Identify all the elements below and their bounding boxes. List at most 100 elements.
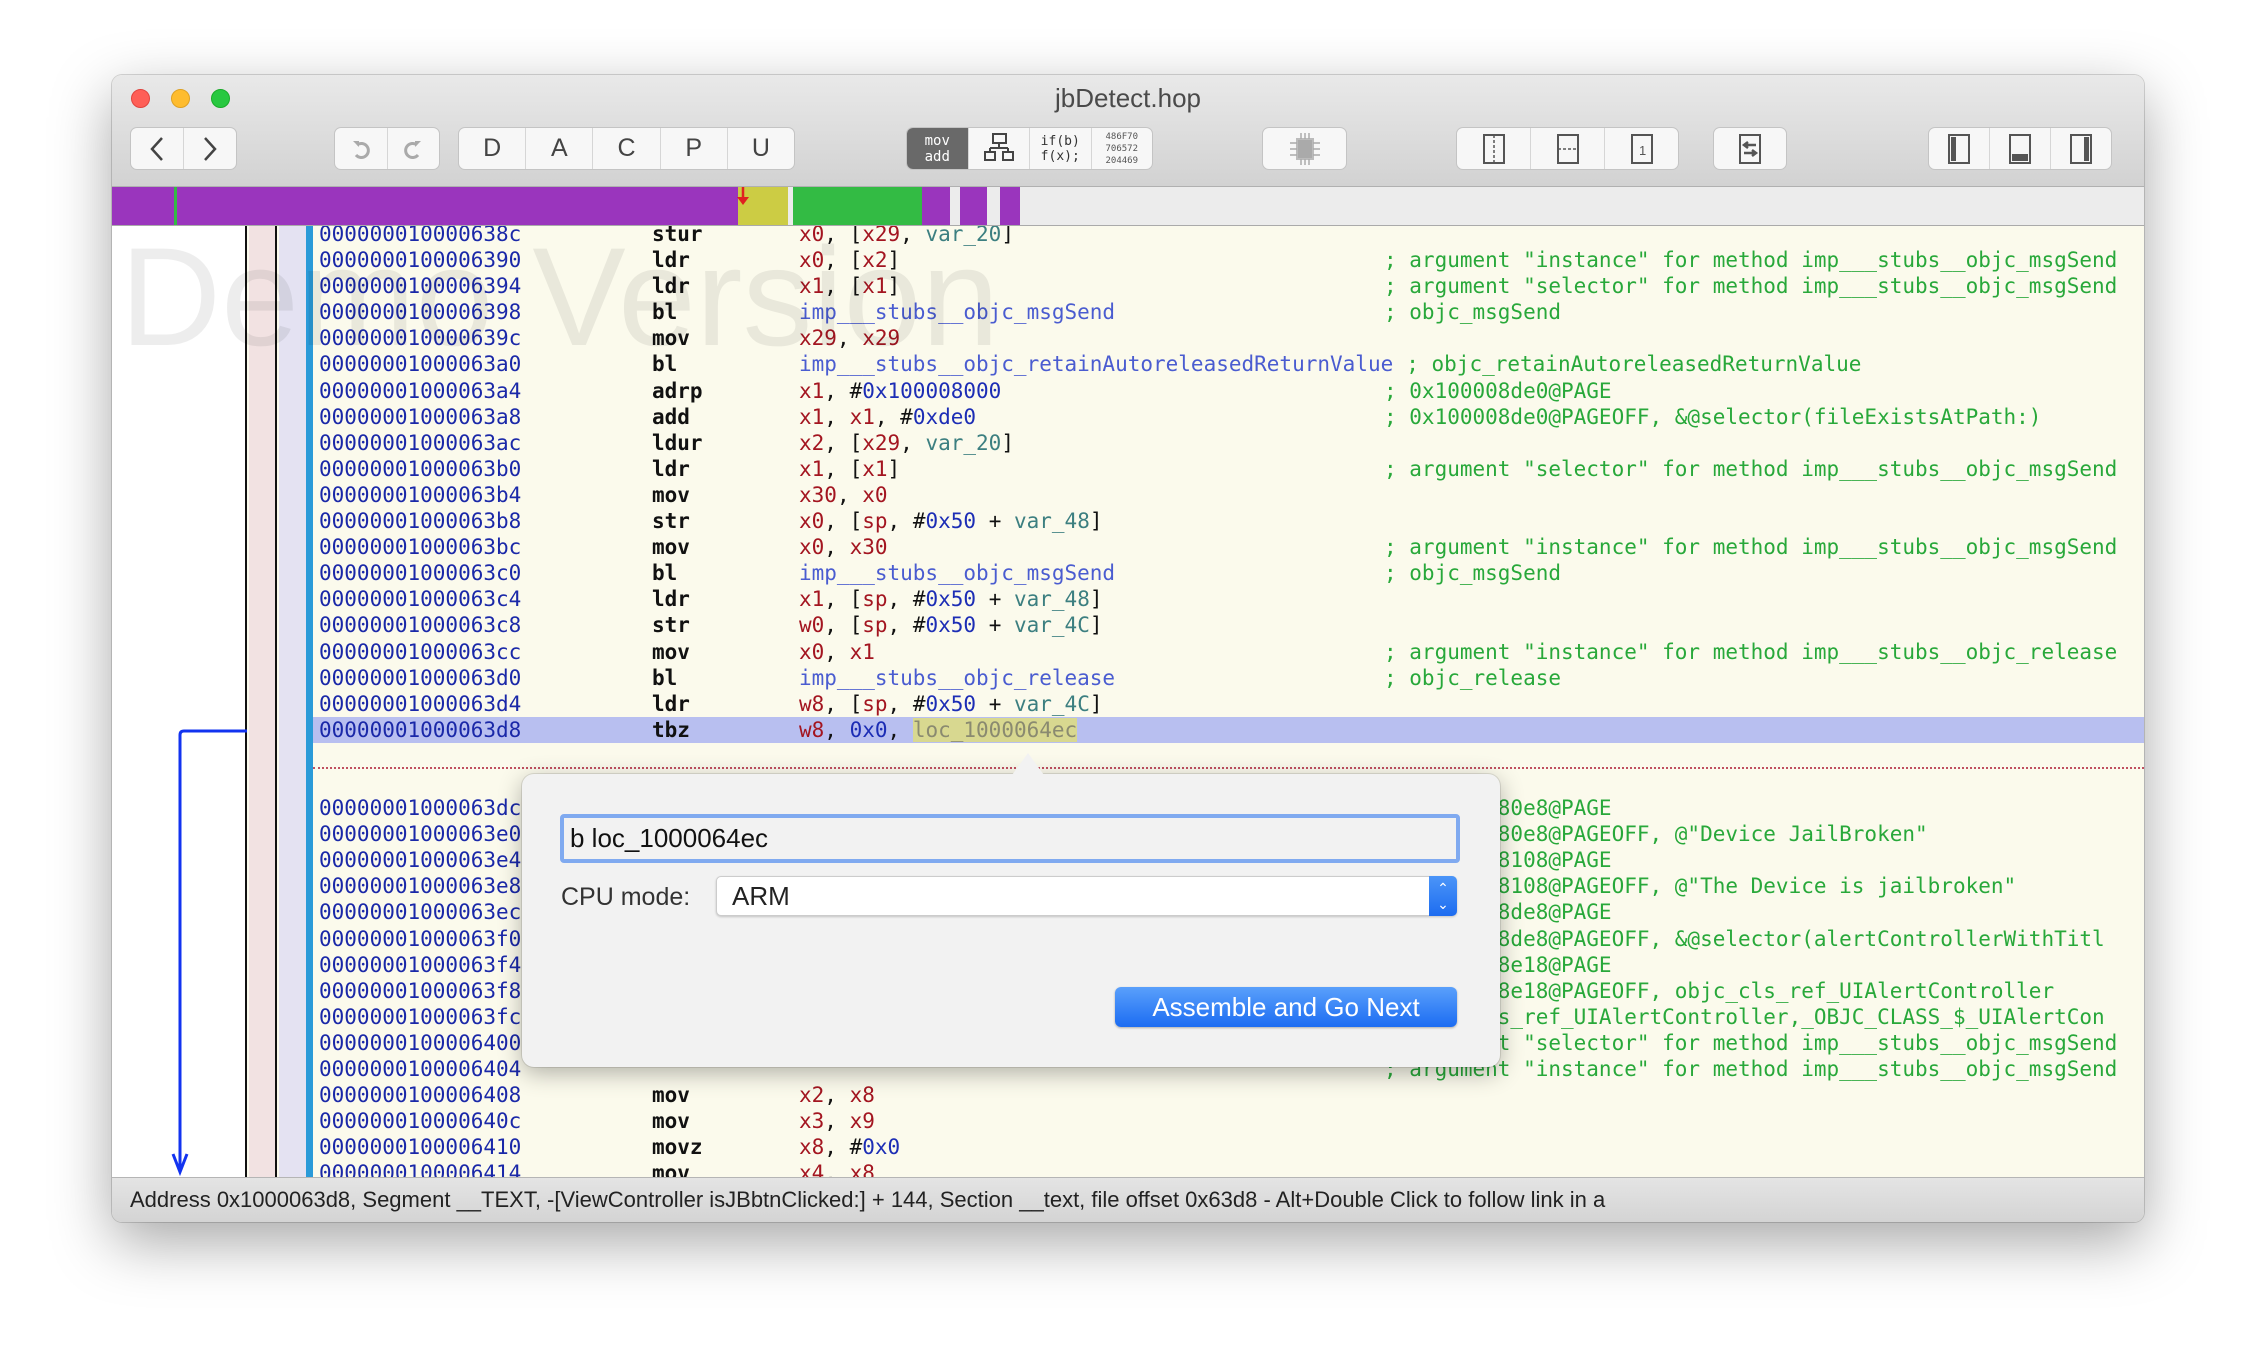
hex-mode-button[interactable]: 486F70 706572 204469: [1092, 128, 1153, 169]
single-pane-button[interactable]: 1: [1605, 128, 1678, 169]
mnemonic: movz: [652, 1135, 703, 1160]
address: 000000010000638c: [319, 226, 522, 246]
type-procedure-button[interactable]: P: [661, 128, 728, 169]
redo-button[interactable]: [388, 128, 440, 169]
cpu-mode-select[interactable]: ARM ⌃ ⌄: [716, 876, 1457, 916]
right-panel-icon: [2070, 133, 2092, 164]
code-segment[interactable]: [922, 187, 950, 225]
register: x8: [849, 1161, 875, 1177]
undo-button[interactable]: [335, 128, 388, 169]
instruction-row[interactable]: 00000001000063a8 add x1, x1, #0xde0; 0x100…: [313, 404, 2144, 430]
operand-punct: , [: [824, 509, 863, 534]
operand-punct: ]: [887, 456, 901, 481]
code-segment[interactable]: [1000, 187, 1020, 225]
register: x0: [799, 248, 825, 273]
branch-arrow-icon[interactable]: [112, 226, 252, 1177]
toggle-bottom-panel-button[interactable]: [1990, 128, 2051, 169]
symbol-link[interactable]: imp___stubs__objc_msgSend: [799, 300, 1115, 324]
instruction-row[interactable]: 00000001000063cc mov x0, x1; argument "ins…: [313, 639, 2144, 665]
label-link[interactable]: loc_1000064ec: [912, 717, 1078, 742]
bottom-panel-icon: [2009, 133, 2031, 164]
split-vertical-button[interactable]: [1457, 128, 1531, 169]
stack-var: var_20: [925, 430, 1002, 455]
chevron-right-icon: [204, 136, 217, 161]
instruction-row[interactable]: 0000000100006414 mov x4, x8: [313, 1160, 2144, 1177]
history-group: [334, 127, 440, 170]
register: x29: [862, 226, 901, 246]
instruction-row[interactable]: 0000000100006394 ldr x1, [x1]; argument "s…: [313, 273, 2144, 299]
instruction-row[interactable]: 00000001000063c4 ldr x1, [sp, #0x50 + var_…: [313, 586, 2144, 612]
address: 0000000100006398: [319, 300, 522, 325]
operand-punct: +: [976, 613, 1014, 638]
operands: x1, #0x100008000: [799, 378, 1384, 404]
symbol-link[interactable]: imp___stubs__objc_retainAutoreleasedRetu…: [799, 352, 1393, 376]
assemble-and-go-next-button[interactable]: Assemble and Go Next: [1115, 987, 1457, 1027]
instruction-row[interactable]: 00000001000063c8 str w0, [sp, #0x50 + var_…: [313, 612, 2144, 638]
immediate: 0x0: [862, 1135, 901, 1160]
operands: x30, x0: [799, 482, 1384, 508]
code-segment[interactable]: [960, 187, 987, 225]
selected-instruction-row[interactable]: 00000001000063d8 tbz w8, 0x0, loc_1000064e…: [313, 716, 2144, 743]
symbol-link[interactable]: imp___stubs__objc_release: [799, 666, 1115, 690]
operand-punct: ]: [1089, 613, 1103, 638]
type-code-button[interactable]: C: [593, 128, 661, 169]
segment-navigation-bar[interactable]: [112, 187, 2144, 226]
instruction-row[interactable]: 00000001000063c0 bl imp___stubs__objc_msgS…: [313, 560, 2144, 586]
cfg-mode-button[interactable]: [969, 128, 1030, 169]
operand-punct: , [: [824, 274, 863, 299]
register: x9: [849, 1109, 875, 1134]
operands: x0, x1: [799, 639, 1384, 665]
instruction-row[interactable]: 00000001000063b8 str x0, [sp, #0x50 + var_…: [313, 508, 2144, 534]
cpu-button[interactable]: [1263, 128, 1346, 169]
instruction-input[interactable]: [560, 814, 1460, 863]
operands: imp___stubs__objc_msgSend: [799, 560, 1384, 586]
instruction-row[interactable]: 00000001000063b0 ldr x1, [x1]; argument "s…: [313, 456, 2144, 482]
type-group: D A C P U: [458, 127, 795, 170]
procedure-segment[interactable]: [793, 187, 922, 225]
mnemonic: ldr: [652, 587, 690, 612]
instruction-row[interactable]: 0000000100006408 mov x2, x8: [313, 1082, 2144, 1108]
register: x1: [849, 639, 875, 664]
type-ascii-button[interactable]: A: [526, 128, 594, 169]
app-window: jbDetect.hop D A C P U mov add if(b) f(x);…: [112, 75, 2144, 1222]
instruction-row[interactable]: 00000001000063bc mov x0, x30; argument "in…: [313, 534, 2144, 560]
pseudocode-mode-button[interactable]: if(b) f(x);: [1030, 128, 1092, 169]
toggle-left-panel-button[interactable]: [1929, 128, 1990, 169]
operands: w8, 0x0, loc_1000064ec: [799, 717, 1384, 743]
register: x30: [849, 535, 888, 560]
pseudo-label: f(x);: [1040, 148, 1080, 164]
forward-button[interactable]: [184, 128, 236, 169]
instruction-row[interactable]: 000000010000639c mov x29, x29: [313, 325, 2144, 351]
instruction-row[interactable]: 000000010000638c stur x0, [x29, var_20]: [313, 226, 2144, 247]
swap-button[interactable]: [1714, 128, 1786, 169]
assembly-mode-button[interactable]: mov add: [907, 128, 969, 169]
current-position-arrow-icon: [737, 187, 749, 205]
type-data-button[interactable]: D: [459, 128, 527, 169]
instruction-row[interactable]: 00000001000063b4 mov x30, x0: [313, 482, 2144, 508]
operand-punct: ]: [1089, 587, 1103, 612]
cpu-mode-label: CPU mode:: [561, 883, 691, 911]
instruction-row[interactable]: 00000001000063a0 bl imp___stubs__objc_reta…: [313, 351, 2144, 377]
address: 00000001000063a4: [319, 378, 522, 403]
instruction-row[interactable]: 0000000100006398 bl imp___stubs__objc_msgS…: [313, 299, 2144, 325]
instruction-row[interactable]: 00000001000063d4 ldr w8, [sp, #0x50 + var_…: [313, 691, 2144, 717]
symbol-link[interactable]: imp___stubs__objc_msgSend: [799, 561, 1115, 585]
type-undefined-button[interactable]: U: [728, 128, 794, 169]
code-segment[interactable]: [112, 187, 738, 225]
register: x1: [849, 404, 875, 429]
instruction-row[interactable]: 00000001000063ac ldur x2, [x29, var_20]: [313, 430, 2144, 456]
operands: x29, x29: [799, 325, 1384, 351]
comment: ; argument "instance" for method imp___s…: [1384, 535, 2118, 560]
operand-punct: , [: [824, 430, 863, 455]
instruction-row[interactable]: 00000001000063a4 adrp x1, #0x100008000; 0x…: [313, 378, 2144, 404]
instruction-row[interactable]: 000000010000640c mov x3, x9: [313, 1108, 2144, 1134]
swap-arrows-icon: [1739, 133, 1761, 164]
instruction-row[interactable]: 0000000100006410 movz x8, #0x0: [313, 1134, 2144, 1160]
instruction-row[interactable]: 0000000100006390 ldr x0, [x2]; argument "i…: [313, 247, 2144, 273]
toggle-right-panel-button[interactable]: [2051, 128, 2111, 169]
back-button[interactable]: [131, 128, 184, 169]
operands: x3, x9: [799, 1108, 1384, 1134]
instruction-row[interactable]: 00000001000063d0 bl imp___stubs__objc_rele…: [313, 665, 2144, 691]
mnemonic: mov: [652, 1109, 690, 1134]
split-horizontal-button[interactable]: [1531, 128, 1605, 169]
